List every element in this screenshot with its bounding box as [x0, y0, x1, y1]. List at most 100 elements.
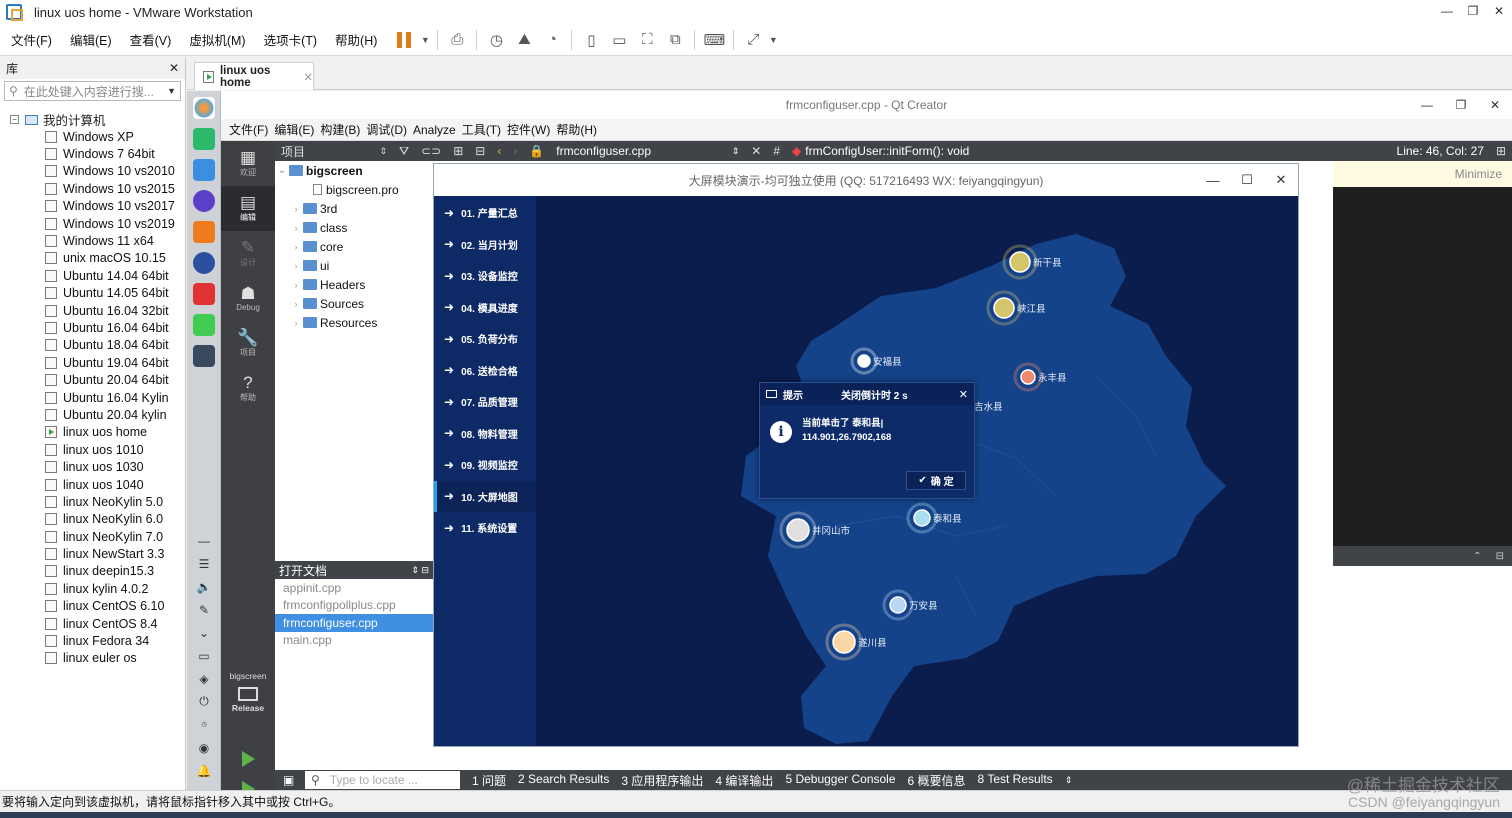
send-ctrl-alt-del-icon[interactable]: ⎙	[443, 28, 471, 52]
guest-desktop[interactable]: — ☰ 🔈 ✎ ⌄ ▭ ◈ ⏻ ◷ ◉ 🔔 frmconfiguser.cpp …	[187, 91, 1512, 790]
full-screen-icon[interactable]: ⛶	[633, 28, 661, 52]
city-dot[interactable]	[832, 630, 856, 654]
launcher-icon[interactable]	[192, 97, 215, 119]
app-store-icon[interactable]	[192, 159, 215, 181]
open-document-item[interactable]: main.cpp	[275, 632, 433, 650]
tree-item-folder[interactable]: › class	[275, 218, 433, 237]
app-nav-item[interactable]: ➜ 06. 送检合格	[434, 355, 536, 387]
app-nav-item[interactable]: ➜ 02. 当月计划	[434, 229, 536, 261]
tree-root-my-computer[interactable]: − 我的计算机	[0, 111, 185, 128]
stretch-guest-icon[interactable]: ⤢	[739, 28, 767, 52]
search-dropdown-icon[interactable]: ▼	[167, 86, 176, 96]
more-panes-icon[interactable]: ⇕	[1059, 775, 1079, 786]
vm-list-item[interactable]: linux euler os	[0, 650, 185, 667]
tree-item-folder[interactable]: › 3rd	[275, 199, 433, 218]
qt-menu-edit[interactable]: 编辑(E)	[271, 121, 317, 138]
vm-list-item[interactable]: linux deepin15.3	[0, 563, 185, 580]
vm-list-item[interactable]: unix macOS 10.15	[0, 250, 185, 267]
split-editor-icon[interactable]: ⊞	[1490, 141, 1512, 161]
thumbnail-bar-icon[interactable]: ▭	[605, 28, 633, 52]
dialog-ok-button[interactable]: ✔ 确 定	[906, 471, 966, 490]
project-view-selector[interactable]: 项目 ⇕	[275, 141, 393, 161]
mode-welcome[interactable]: ▦ 欢迎	[221, 141, 275, 186]
browser-icon[interactable]	[192, 190, 215, 212]
city-dot[interactable]	[786, 518, 810, 542]
vm-list-item[interactable]: linux uos 1010	[0, 441, 185, 458]
vm-list-item[interactable]: linux uos 1040	[0, 476, 185, 493]
revert-snapshot-icon[interactable]: ⛰	[510, 28, 538, 52]
vm-list-item[interactable]: linux NeoKylin 6.0	[0, 511, 185, 528]
vm-list-item[interactable]: linux NeoKylin 5.0	[0, 493, 185, 510]
vm-list-item[interactable]: linux NewStart 3.3	[0, 545, 185, 562]
vm-list-item[interactable]: linux kylin 4.0.2	[0, 580, 185, 597]
pause-button[interactable]	[390, 28, 418, 52]
stretch-dropdown-icon[interactable]: ▼	[767, 28, 779, 52]
city-dot[interactable]	[889, 596, 907, 614]
qt-creator-icon[interactable]	[192, 314, 215, 336]
tree-item-pro[interactable]: bigscreen.pro	[275, 180, 433, 199]
code-editor-area[interactable]: Minimize ⌃ ⊟	[1333, 161, 1512, 566]
open-document-item[interactable]: frmconfigpollplus.cpp	[275, 597, 433, 615]
app-minimize-icon[interactable]: —	[1196, 164, 1230, 196]
app-nav-item[interactable]: ➜ 04. 模具进度	[434, 292, 536, 324]
vm-list-item[interactable]: Ubuntu 16.04 64bit	[0, 319, 185, 336]
qt-menu-tools[interactable]: 工具(T)	[459, 121, 504, 138]
expand-tray-icon[interactable]: ⌄	[187, 621, 221, 644]
snapshot-manager-icon[interactable]: ◔	[538, 28, 566, 52]
app-monitor-icon[interactable]	[192, 128, 215, 150]
vm-list-item[interactable]: linux uos 1030	[0, 458, 185, 475]
pause-dropdown-icon[interactable]: ▼	[418, 28, 432, 52]
cursor-position[interactable]: Line: 46, Col: 27	[1391, 141, 1490, 161]
open-document-item[interactable]: appinit.cpp	[275, 579, 433, 597]
tree-item-folder[interactable]: › Sources	[275, 294, 433, 313]
collapsed-arrow-icon[interactable]: ›	[289, 318, 303, 328]
city-dot[interactable]	[1020, 369, 1036, 385]
display-icon[interactable]	[192, 345, 215, 367]
vm-list-item[interactable]: linux Fedora 34	[0, 632, 185, 649]
vm-tab-close-icon[interactable]: ✕	[303, 70, 313, 84]
package-icon[interactable]	[192, 221, 215, 243]
collapse-icon[interactable]: −	[10, 115, 19, 124]
open-file-selector[interactable]: frmconfiguser.cpp ⇕	[550, 141, 745, 161]
power-icon[interactable]: ⏻	[187, 690, 221, 713]
locate-input[interactable]: ⚲ Type to locate ...	[305, 771, 460, 789]
shield-icon[interactable]: ◉	[187, 736, 221, 759]
vm-list-item[interactable]: linux CentOS 6.10	[0, 598, 185, 615]
show-library-icon[interactable]: ▯	[577, 28, 605, 52]
settings-icon[interactable]	[192, 252, 215, 274]
tree-item-folder[interactable]: › ui	[275, 256, 433, 275]
tree-item-bigscreen[interactable]: ⌄ bigscreen	[275, 161, 433, 180]
qt-menu-help[interactable]: 帮助(H)	[553, 121, 600, 138]
app-nav-item[interactable]: ➜ 10. 大屏地图	[434, 480, 536, 512]
vm-list-item[interactable]: Windows XP	[0, 128, 185, 145]
output-pane-tab[interactable]: 1 问题	[466, 772, 512, 789]
output-pane-tab[interactable]: 5 Debugger Console	[779, 772, 901, 789]
output-pane-tab[interactable]: 4 编译输出	[709, 772, 779, 789]
split-icon[interactable]: ⊞	[447, 141, 469, 161]
app-close-icon[interactable]: ✕	[1264, 164, 1298, 196]
library-close-icon[interactable]: ✕	[169, 61, 179, 75]
notification-bell-icon[interactable]: 🔔	[187, 759, 221, 782]
vm-list-item[interactable]: Windows 11 x64	[0, 232, 185, 249]
vm-list-item[interactable]: Windows 10 vs2017	[0, 198, 185, 215]
expanded-arrow-icon[interactable]: ⌄	[275, 165, 289, 176]
collapsed-arrow-icon[interactable]: ›	[289, 242, 303, 252]
app-nav-item[interactable]: ➜ 07. 品质管理	[434, 386, 536, 418]
dialog-close-icon[interactable]: ✕	[959, 388, 968, 401]
menu-tabs[interactable]: 选项卡(T)	[253, 30, 324, 49]
city-dot[interactable]	[913, 509, 931, 527]
menu-help[interactable]: 帮助(H)	[324, 30, 384, 49]
vm-list-item[interactable]: Ubuntu 16.04 32bit	[0, 302, 185, 319]
mode-design[interactable]: ✎ 设计	[221, 231, 275, 276]
open-document-item[interactable]: frmconfiguser.cpp	[275, 614, 433, 632]
open-documents-arrows-icon[interactable]: ⇕ ⊟	[411, 565, 429, 576]
app-nav-item[interactable]: ➜ 09. 视频监控	[434, 449, 536, 481]
menu-edit[interactable]: 编辑(E)	[59, 30, 119, 49]
menu-view[interactable]: 查看(V)	[119, 30, 179, 49]
terminal-icon[interactable]	[192, 283, 215, 305]
vm-list-item[interactable]: Windows 10 vs2019	[0, 215, 185, 232]
kit-selector[interactable]: bigscreen Release	[221, 671, 275, 713]
vm-list-item[interactable]: Windows 7 64bit	[0, 145, 185, 162]
vm-list-item[interactable]: Windows 10 vs2015	[0, 180, 185, 197]
vm-list-item[interactable]: Ubuntu 20.04 kylin	[0, 406, 185, 423]
